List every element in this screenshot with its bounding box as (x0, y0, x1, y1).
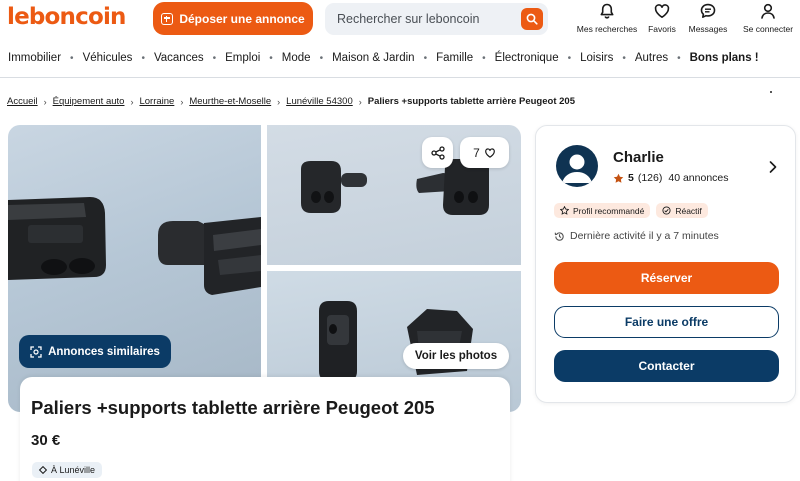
rating-value: 5 (628, 172, 634, 184)
header-nav: Mes recherches Favoris Messages Se conne… (574, 0, 800, 40)
photo-gallery: 7 Annonces similaires Voir les photos (8, 125, 521, 412)
heart-icon (484, 147, 495, 158)
similar-ads-button[interactable]: Annonces similaires (19, 335, 171, 368)
check-circle-icon (662, 206, 671, 215)
nav-label: Favoris (648, 24, 676, 34)
main-photo[interactable] (8, 125, 261, 412)
category-mode[interactable]: Mode (273, 52, 320, 64)
category-maison-jardin[interactable]: Maison & Jardin (323, 52, 423, 64)
similar-ads-label: Annonces similaires (48, 345, 160, 358)
breadcrumb-city[interactable]: Lunéville 54300 (286, 96, 353, 107)
category-autres[interactable]: Autres (626, 52, 677, 64)
category-vehicules[interactable]: Véhicules (74, 52, 142, 64)
seller-rating: 5 (126) 40 annonces (613, 172, 729, 184)
breadcrumb-current: Paliers +supports tablette arrière Peuge… (367, 96, 575, 107)
listing-price: 30 € (31, 432, 61, 449)
seller-name[interactable]: Charlie (613, 149, 664, 166)
chevron-right-icon: › (130, 96, 134, 107)
listing-count: 40 annonces (668, 172, 729, 184)
chevron-right-icon: › (180, 96, 184, 107)
review-count: (126) (637, 172, 663, 184)
view-photos-button[interactable]: Voir les photos (403, 343, 509, 369)
nav-favorites[interactable]: Favoris (644, 0, 680, 40)
user-avatar-icon (562, 154, 592, 183)
breadcrumb-category[interactable]: Équipement auto (53, 96, 125, 107)
plus-square-icon (161, 12, 174, 25)
search-button[interactable] (521, 8, 543, 30)
part-photo-main (8, 197, 261, 295)
category-loisirs[interactable]: Loisirs (571, 52, 622, 64)
decorative-dot (770, 91, 772, 93)
divider (0, 77, 800, 78)
user-icon (761, 3, 775, 19)
star-outline-icon (560, 206, 569, 215)
search-icon (526, 13, 538, 25)
category-famille[interactable]: Famille (427, 52, 482, 64)
category-vacances[interactable]: Vacances (145, 52, 213, 64)
favorite-button[interactable]: 7 (460, 137, 509, 168)
location-icon (39, 466, 47, 474)
badge-reactive: Réactif (656, 203, 708, 218)
location-label: À Lunéville (51, 465, 96, 475)
reserve-button[interactable]: Réserver (554, 262, 779, 294)
message-icon (700, 3, 716, 18)
search-input[interactable]: Rechercher sur leboncoin (325, 3, 548, 35)
category-emploi[interactable]: Emploi (216, 52, 269, 64)
breadcrumb: Accueil › Équipement auto › Lorraine › Meur… (7, 96, 575, 107)
scan-icon (30, 345, 42, 358)
share-button[interactable] (422, 137, 453, 168)
nav-label: Mes recherches (576, 24, 638, 34)
category-immobilier[interactable]: Immobilier (0, 52, 70, 64)
category-bons-plans[interactable]: Bons plans ! (681, 52, 768, 64)
breadcrumb-department[interactable]: Meurthe-et-Moselle (189, 96, 271, 107)
chevron-right-icon[interactable] (769, 161, 777, 173)
contact-button[interactable]: Contacter (554, 350, 779, 382)
category-bar: Immobilier • Véhicules • Vacances • Emploi •… (0, 47, 800, 69)
heart-icon (654, 4, 670, 18)
post-ad-label: Déposer une annonce (179, 11, 305, 26)
category-electronique[interactable]: Électronique (486, 52, 568, 64)
chevron-right-icon: › (43, 96, 47, 107)
seller-badges: Profil recommandé Réactif (554, 203, 708, 218)
post-ad-button[interactable]: Déposer une annonce (153, 2, 313, 35)
last-activity: Dernière activité il y a 7 minutes (554, 230, 719, 242)
share-icon (430, 145, 445, 160)
make-offer-button[interactable]: Faire une offre (554, 306, 779, 338)
search-placeholder: Rechercher sur leboncoin (337, 12, 480, 26)
chevron-right-icon: › (277, 96, 281, 107)
header: leboncoin Déposer une annonce Rechercher… (0, 0, 800, 40)
badge-recommended: Profil recommandé (554, 203, 651, 218)
location-badge[interactable]: À Lunéville (32, 462, 103, 478)
star-icon (613, 173, 624, 183)
nav-label: Messages (688, 24, 728, 34)
breadcrumb-home[interactable]: Accueil (7, 96, 38, 107)
nav-label: Se connecter (742, 24, 794, 34)
avatar[interactable] (556, 145, 598, 187)
nav-login[interactable]: Se connecter (736, 0, 800, 40)
chevron-right-icon: › (358, 96, 362, 107)
logo[interactable]: leboncoin (7, 4, 126, 30)
history-icon (554, 231, 564, 241)
seller-card: Charlie 5 (126) 40 annonces Profil recom… (535, 125, 796, 403)
secondary-photo-1[interactable]: 7 (267, 125, 521, 265)
listing-summary: Paliers +supports tablette arrière Peuge… (20, 377, 510, 481)
nav-saved-searches[interactable]: Mes recherches (574, 0, 640, 40)
breadcrumb-region[interactable]: Lorraine (139, 96, 174, 107)
badge-label: Réactif (675, 205, 702, 216)
favorite-count: 7 (473, 145, 480, 160)
nav-messages[interactable]: Messages (684, 0, 732, 40)
badge-label: Profil recommandé (573, 205, 645, 216)
bell-icon (600, 3, 614, 19)
activity-text: Dernière activité il y a 7 minutes (570, 230, 719, 242)
listing-title: Paliers +supports tablette arrière Peuge… (31, 397, 435, 418)
